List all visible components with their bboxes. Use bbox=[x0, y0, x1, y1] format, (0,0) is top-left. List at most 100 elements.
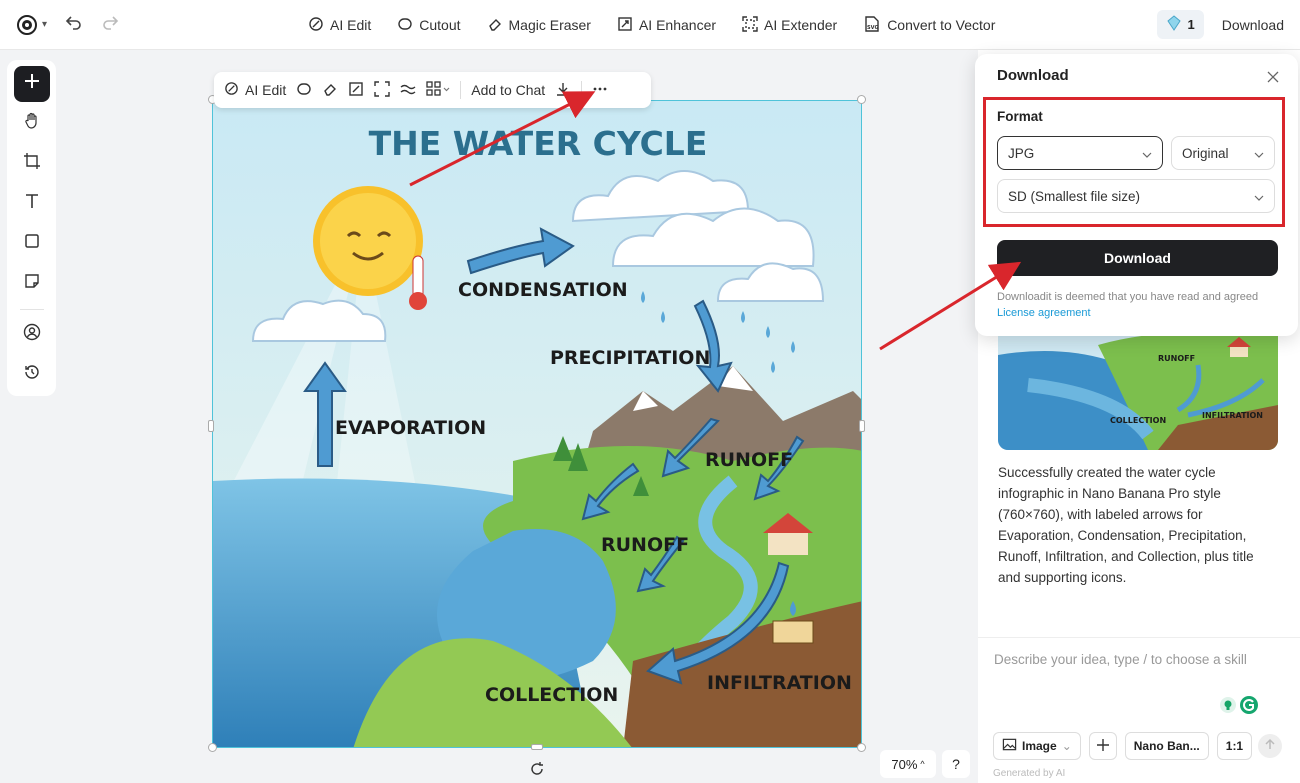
chevron-down-icon: ⌄ bbox=[1061, 739, 1072, 753]
history-icon bbox=[23, 363, 41, 386]
chevron-down-icon bbox=[1142, 146, 1152, 161]
enhancer-icon[interactable] bbox=[348, 81, 364, 100]
plus-icon bbox=[23, 72, 41, 95]
ratio-label: 1:1 bbox=[1225, 739, 1244, 753]
quality-value: SD (Smallest file size) bbox=[1008, 188, 1141, 204]
tool-convert-to-vector[interactable]: SVG Convert to Vector bbox=[863, 15, 996, 35]
quality-select[interactable]: SD (Smallest file size) bbox=[997, 179, 1275, 213]
top-bar: ▾ AI Edit Cutout Magic Eraser AI Enhance… bbox=[0, 0, 1300, 50]
app-logo-menu[interactable]: ▾ bbox=[16, 14, 47, 36]
label-runoff-top: RUNOFF bbox=[705, 449, 793, 471]
grid-apps-icon[interactable] bbox=[426, 80, 450, 100]
tool-ai-extender[interactable]: AI Extender bbox=[742, 15, 838, 35]
shape-tool[interactable] bbox=[14, 226, 50, 262]
arrow-up-icon bbox=[1264, 737, 1276, 755]
ai-edit-icon bbox=[308, 16, 324, 35]
resize-handle[interactable] bbox=[857, 95, 866, 104]
sticky-note-tool[interactable] bbox=[14, 265, 50, 301]
redo-icon[interactable] bbox=[101, 13, 119, 36]
more-icon[interactable] bbox=[592, 81, 608, 100]
ratio-select[interactable]: 1:1 bbox=[1216, 732, 1253, 760]
label-condensation: CONDENSATION bbox=[458, 279, 628, 301]
float-ai-edit-label: AI Edit bbox=[245, 82, 287, 98]
history-tool[interactable] bbox=[14, 356, 50, 392]
download-button[interactable]: Download bbox=[997, 240, 1278, 276]
wave-icon[interactable] bbox=[400, 81, 416, 100]
tool-label: AI Edit bbox=[330, 17, 372, 33]
tool-label: Convert to Vector bbox=[887, 17, 996, 33]
download-icon[interactable] bbox=[555, 81, 571, 100]
zoom-value: 70% bbox=[891, 756, 918, 772]
model-select[interactable]: Nano Ban... bbox=[1124, 732, 1209, 760]
tool-label: AI Extender bbox=[764, 17, 838, 33]
extender-icon[interactable] bbox=[374, 80, 390, 100]
grammarly-icon[interactable] bbox=[1239, 695, 1259, 720]
thumb-label-collection: COLLECTION bbox=[1110, 416, 1166, 425]
license-agreement-link[interactable]: License agreement bbox=[997, 305, 1287, 321]
resize-handle[interactable] bbox=[208, 420, 214, 432]
hand-icon bbox=[23, 112, 41, 135]
add-to-chat-button[interactable]: Add to Chat bbox=[471, 82, 545, 98]
attach-button[interactable] bbox=[1088, 732, 1117, 760]
size-value: Original bbox=[1182, 145, 1229, 161]
help-button[interactable]: ? bbox=[942, 750, 970, 778]
canvas-image[interactable]: THE WATER CYCLE CONDENSATION PRECIPITATI… bbox=[212, 100, 862, 748]
undo-icon[interactable] bbox=[65, 13, 83, 36]
resize-handle[interactable] bbox=[859, 420, 865, 432]
rotate-icon[interactable] bbox=[529, 761, 545, 782]
floating-toolbar: AI Edit Add to Chat bbox=[214, 72, 651, 108]
image-title: THE WATER CYCLE bbox=[369, 124, 708, 163]
zoom-control[interactable]: 70% ^ bbox=[880, 750, 936, 778]
prompt-input[interactable]: Describe your idea, type / to choose a s… bbox=[994, 652, 1247, 667]
credits-count: 1 bbox=[1187, 17, 1195, 32]
tool-ai-edit[interactable]: AI Edit bbox=[308, 16, 371, 35]
chat-input-area: Describe your idea, type / to choose a s… bbox=[978, 637, 1300, 783]
tool-cutout[interactable]: Cutout bbox=[397, 16, 461, 35]
gem-icon bbox=[1166, 15, 1182, 34]
add-button[interactable] bbox=[13, 66, 50, 102]
license-note: Downloadit is deemed that you have read … bbox=[997, 289, 1287, 321]
assistant-badges bbox=[1219, 695, 1259, 720]
crop-tool[interactable] bbox=[14, 146, 50, 182]
hand-tool[interactable] bbox=[14, 106, 50, 142]
chevron-down-icon: ▾ bbox=[42, 19, 48, 30]
mode-select[interactable]: Image ⌄ bbox=[993, 732, 1081, 760]
generated-thumbnail[interactable]: RUNOFF COLLECTION INFILTRATION bbox=[998, 325, 1278, 450]
lightbulb-icon[interactable] bbox=[1219, 696, 1237, 719]
format-value: JPG bbox=[1008, 145, 1035, 161]
resize-handle[interactable] bbox=[531, 744, 543, 750]
label-evaporation: EVAPORATION bbox=[335, 417, 486, 439]
send-button[interactable] bbox=[1258, 734, 1282, 758]
eraser-icon bbox=[487, 16, 503, 35]
vector-icon: SVG bbox=[863, 15, 881, 35]
resize-handle[interactable] bbox=[857, 743, 866, 752]
eraser-icon[interactable] bbox=[322, 81, 338, 100]
text-tool[interactable] bbox=[14, 186, 50, 222]
enhancer-icon bbox=[617, 16, 633, 35]
close-icon[interactable] bbox=[1267, 70, 1279, 88]
avatar-tool[interactable] bbox=[14, 316, 50, 352]
float-ai-edit-button[interactable]: AI Edit bbox=[224, 81, 286, 99]
chat-message: Successfully created the water cycle inf… bbox=[998, 465, 1254, 585]
chevron-down-icon bbox=[1254, 146, 1264, 161]
generated-by-ai-note: Generated by AI bbox=[993, 768, 1066, 779]
label-runoff-bottom: RUNOFF bbox=[601, 534, 689, 556]
svg-text:SVG: SVG bbox=[867, 25, 879, 31]
label-infiltration: INFILTRATION bbox=[707, 672, 852, 694]
tool-label: AI Enhancer bbox=[638, 17, 717, 33]
chevron-down-icon bbox=[1254, 189, 1264, 204]
credits-badge[interactable]: 1 bbox=[1156, 10, 1204, 39]
cutout-icon[interactable] bbox=[296, 81, 312, 100]
format-label: Format bbox=[997, 109, 1043, 124]
water-cycle-illustration: THE WATER CYCLE CONDENSATION PRECIPITATI… bbox=[213, 101, 861, 747]
size-select[interactable]: Original bbox=[1171, 136, 1275, 170]
square-icon bbox=[23, 232, 41, 255]
thumb-label-infiltration: INFILTRATION bbox=[1202, 411, 1263, 420]
tool-magic-eraser[interactable]: Magic Eraser bbox=[487, 16, 591, 35]
tool-ai-enhancer[interactable]: AI Enhancer bbox=[617, 16, 716, 35]
top-download-button[interactable]: Download bbox=[1222, 17, 1284, 33]
user-icon bbox=[23, 323, 41, 346]
crop-icon bbox=[23, 152, 41, 175]
format-select[interactable]: JPG bbox=[997, 136, 1163, 170]
resize-handle[interactable] bbox=[208, 743, 217, 752]
